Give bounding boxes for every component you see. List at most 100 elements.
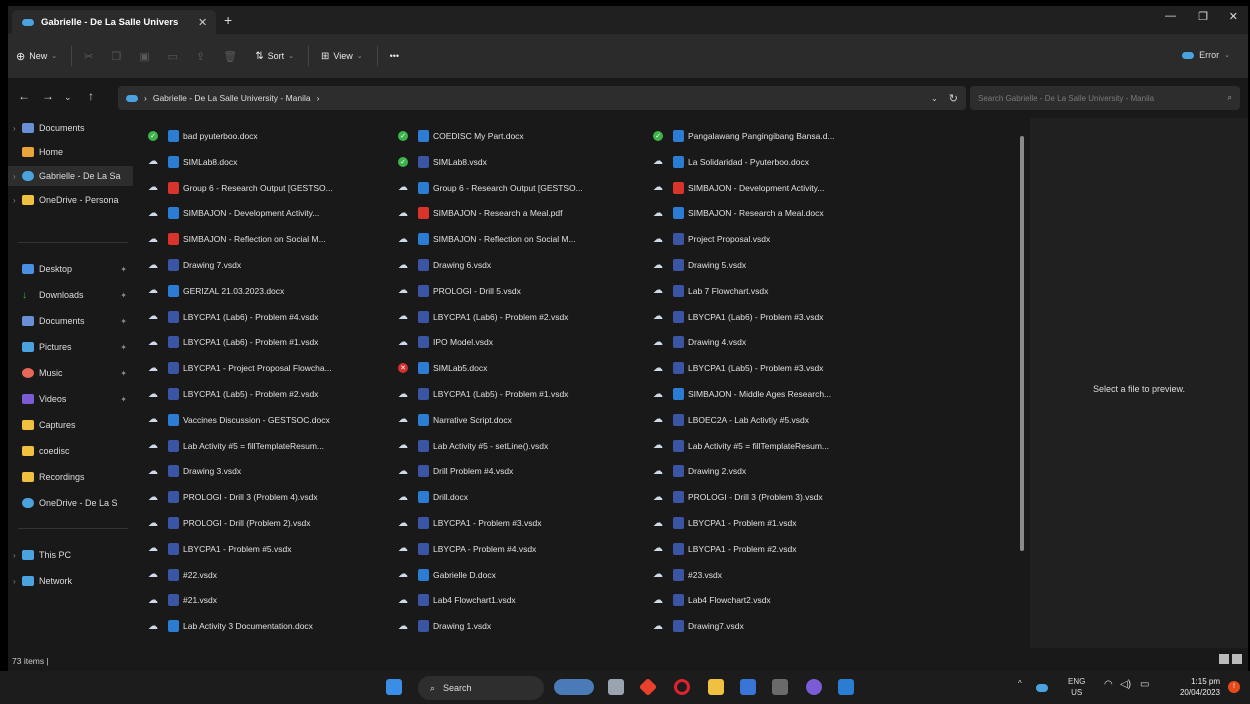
address-dropdown-icon[interactable]: ⌄ xyxy=(931,93,938,104)
minimize-button[interactable]: — xyxy=(1165,10,1176,22)
file-item[interactable]: ☁ #22.vsdx xyxy=(148,566,393,584)
battery-icon[interactable]: ▭ xyxy=(1140,679,1149,690)
language-indicator[interactable]: ENG US xyxy=(1068,676,1085,698)
sidebar-item-downloads[interactable]: ↓ Downloads ✦ xyxy=(8,285,133,305)
expand-chevron-icon[interactable]: › xyxy=(8,172,22,181)
pin-icon[interactable]: ✦ xyxy=(120,369,127,378)
file-item[interactable]: ✓ bad pyuterboo.docx xyxy=(148,127,393,145)
word-icon[interactable] xyxy=(838,679,854,695)
file-item[interactable]: ☁ SIMBAJON - Research a Meal.docx xyxy=(653,204,898,222)
file-item[interactable]: ☁ Drawing 7.vsdx xyxy=(148,256,393,274)
new-tab-button[interactable]: + xyxy=(224,12,232,28)
search-input[interactable]: Search Gabrielle - De La Salle Universit… xyxy=(970,86,1240,110)
sidebar-item-music[interactable]: Music ✦ xyxy=(8,363,133,383)
back-arrow-icon[interactable]: ← xyxy=(18,89,30,103)
sidebar-item-recordings[interactable]: Recordings xyxy=(8,467,133,487)
pin-icon[interactable]: ✦ xyxy=(120,291,127,300)
maximize-button[interactable]: ❐ xyxy=(1198,10,1208,23)
sort-button[interactable]: ⇅ Sort ⌄ xyxy=(255,51,294,62)
file-item[interactable]: ☁ PROLOGI - Drill 3 (Problem 4).vsdx xyxy=(148,488,393,506)
file-item[interactable]: ☁ LBYCPA1 (Lab5) - Problem #1.vsdx xyxy=(398,385,643,403)
share-icon[interactable]: ⇪ xyxy=(196,50,205,63)
file-item[interactable]: ☁ Gabrielle D.docx xyxy=(398,566,643,584)
file-item[interactable]: ☁ LBOEC2A - Lab Activtiy #5.vsdx xyxy=(653,411,898,429)
copy-icon[interactable]: ❐ xyxy=(111,50,121,63)
visual-studio-icon[interactable] xyxy=(740,679,756,695)
file-item[interactable]: ☁ Drill Problem #4.vsdx xyxy=(398,462,643,480)
sidebar-item-documents[interactable]: Documents ✦ xyxy=(8,311,133,331)
file-item[interactable]: ☁ Drawing 6.vsdx xyxy=(398,256,643,274)
file-item[interactable]: ☁ IPO Model.vsdx xyxy=(398,333,643,351)
sidebar-item-onedrive-dlsu-pinned[interactable]: OneDrive - De La S xyxy=(8,493,133,513)
tray-overflow-icon[interactable]: ^ xyxy=(1018,679,1022,688)
file-item[interactable]: ☁ SIMBAJON - Development Activity... xyxy=(653,179,898,197)
file-item[interactable]: ☁ Group 6 - Research Output [GESTSO... xyxy=(398,179,643,197)
pin-icon[interactable]: ✦ xyxy=(120,343,127,352)
expand-chevron-icon[interactable]: › xyxy=(8,124,22,133)
sidebar-item-home[interactable]: Home xyxy=(8,142,133,162)
sync-error-button[interactable]: Error ⌄ xyxy=(1182,50,1230,60)
up-arrow-icon[interactable]: ↑ xyxy=(88,89,94,103)
file-item[interactable]: ✓ SIMLab8.vsdx xyxy=(398,153,643,171)
rename-icon[interactable]: ▭ xyxy=(168,50,178,63)
more-options-button[interactable]: ••• xyxy=(390,51,399,61)
vertical-scrollbar[interactable] xyxy=(1020,136,1024,551)
opera-icon[interactable] xyxy=(674,679,690,695)
taskbar-search[interactable]: ⌕ Search xyxy=(418,676,544,700)
file-item[interactable]: ☁ Lab Activity #5 = fillTemplateResum... xyxy=(653,437,898,455)
file-item[interactable]: ☁ LBYCPA1 (Lab6) - Problem #2.vsdx xyxy=(398,308,643,326)
file-item[interactable]: ☁ LBYCPA1 (Lab5) - Problem #2.vsdx xyxy=(148,385,393,403)
file-item[interactable]: ☁ SIMLab8.docx xyxy=(148,153,393,171)
file-item[interactable]: ✕ SIMLab5.docx xyxy=(398,359,643,377)
file-item[interactable]: ☁ SIMBAJON - Reflection on Social M... xyxy=(398,230,643,248)
sidebar-item-this-pc[interactable]: › This PC xyxy=(8,545,133,565)
onedrive-tray-icon[interactable] xyxy=(1036,684,1048,692)
expand-chevron-icon[interactable]: › xyxy=(8,196,22,205)
address-bar[interactable]: › Gabrielle - De La Salle University - M… xyxy=(118,86,966,110)
file-item[interactable]: ☁ SIMBAJON - Development Activity... xyxy=(148,204,393,222)
paste-icon[interactable]: ▣ xyxy=(139,50,149,63)
file-item[interactable]: ☁ LBYCPA1 (Lab6) - Problem #1.vsdx xyxy=(148,333,393,351)
clock[interactable]: 1:15 pm 20/04/2023 xyxy=(1180,676,1220,698)
file-item[interactable]: ☁ #23.vsdx xyxy=(653,566,898,584)
file-item[interactable]: ☁ LBYCPA1 (Lab6) - Problem #4.vsdx xyxy=(148,308,393,326)
file-item[interactable]: ☁ Drawing 1.vsdx xyxy=(398,617,643,635)
view-button[interactable]: ⊞ View ⌄ xyxy=(321,51,363,62)
file-item[interactable]: ☁ #21.vsdx xyxy=(148,591,393,609)
forward-arrow-icon[interactable]: → xyxy=(42,89,54,103)
expand-chevron-icon[interactable]: › xyxy=(8,551,22,560)
start-icon[interactable] xyxy=(386,679,402,695)
sidebar-item-videos[interactable]: Videos ✦ xyxy=(8,389,133,409)
file-item[interactable]: ☁ Drawing 3.vsdx xyxy=(148,462,393,480)
new-button[interactable]: ⊕ New ⌄ xyxy=(16,50,57,63)
terminal-icon[interactable] xyxy=(772,679,788,695)
file-item[interactable]: ☁ Narrative Script.docx xyxy=(398,411,643,429)
notification-badge[interactable]: ! xyxy=(1228,681,1240,693)
sidebar-item-coedisc[interactable]: coedisc xyxy=(8,441,133,461)
file-item[interactable]: ☁ Lab4 Flowchart2.vsdx xyxy=(653,591,898,609)
refresh-icon[interactable]: ↻ xyxy=(949,92,958,105)
file-item[interactable]: ☁ Drawing 5.vsdx xyxy=(653,256,898,274)
file-item[interactable]: ☁ Lab 7 Flowchart.vsdx xyxy=(653,282,898,300)
volume-icon[interactable]: ◁) xyxy=(1120,679,1131,690)
file-item[interactable]: ☁ SIMBAJON - Middle Ages Research... xyxy=(653,385,898,403)
sidebar-item-desktop[interactable]: Desktop ✦ xyxy=(8,259,133,279)
delete-icon[interactable]: 🗑 xyxy=(223,50,237,63)
file-item[interactable]: ☁ GERIZAL 21.03.2023.docx xyxy=(148,282,393,300)
file-item[interactable]: ☁ Project Proposal.vsdx xyxy=(653,230,898,248)
sidebar-item-onedrive-dlsu[interactable]: › Gabrielle - De La Sa xyxy=(8,166,133,186)
wifi-icon[interactable]: ◠ xyxy=(1104,679,1113,690)
file-explorer-icon[interactable] xyxy=(708,679,724,695)
sidebar-item-network[interactable]: › Network xyxy=(8,571,133,591)
sidebar-item-documents[interactable]: › Documents xyxy=(8,118,133,138)
file-item[interactable]: ☁ PROLOGI - Drill 5.vsdx xyxy=(398,282,643,300)
file-item[interactable]: ☁ Lab Activity #5 = fillTemplateResum... xyxy=(148,437,393,455)
file-item[interactable]: ☁ Drawing 2.vsdx xyxy=(653,462,898,480)
file-item[interactable]: ☁ LBYCPA1 - Problem #1.vsdx xyxy=(653,514,898,532)
file-item[interactable]: ✓ Pangalawang Pangingibang Bansa.d... xyxy=(653,127,898,145)
sidebar-item-captures[interactable]: Captures xyxy=(8,415,133,435)
sidebar-item-pictures[interactable]: Pictures ✦ xyxy=(8,337,133,357)
file-item[interactable]: ☁ SIMBAJON - Research a Meal.pdf xyxy=(398,204,643,222)
file-item[interactable]: ☁ PROLOGI - Drill (Problem 2).vsdx xyxy=(148,514,393,532)
file-item[interactable]: ☁ Group 6 - Research Output [GESTSO... xyxy=(148,179,393,197)
